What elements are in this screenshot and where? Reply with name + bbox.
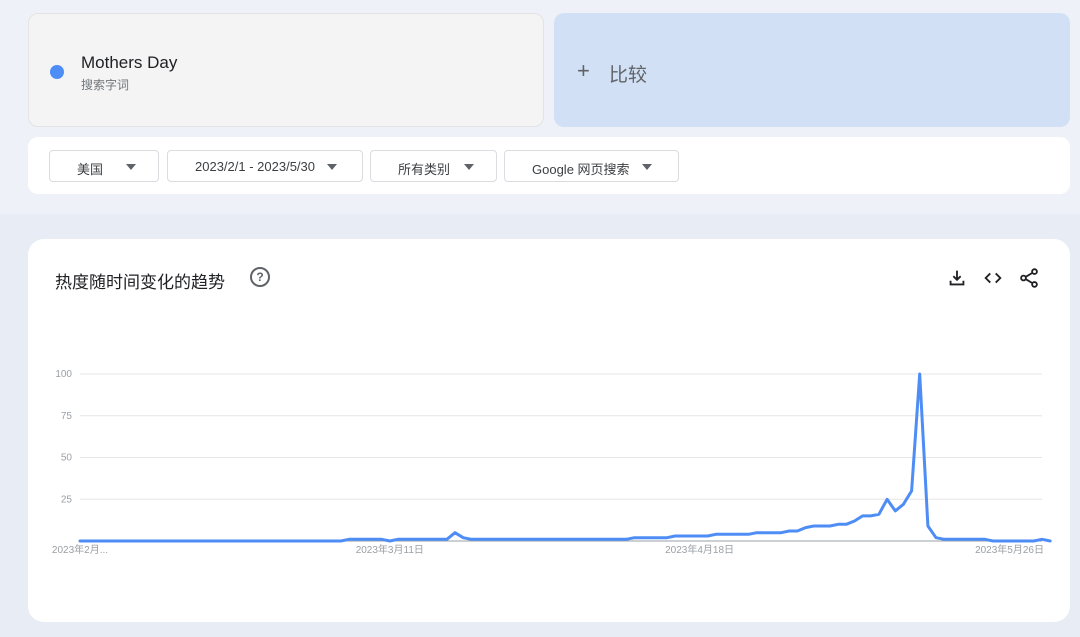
search-property-value: Google 网页搜索 (532, 162, 630, 177)
region-value: 美国 (77, 162, 104, 177)
y-tick-label: 25 (61, 494, 73, 505)
y-tick-label: 100 (55, 369, 72, 380)
search-term-name[interactable]: Mothers Day (81, 53, 177, 73)
date-range-value: 2023/2/1 - 2023/5/30 (195, 159, 315, 174)
plus-icon: + (577, 58, 590, 83)
chart-title: 热度随时间变化的趋势 (55, 273, 225, 292)
category-value: 所有类别 (398, 162, 451, 177)
interest-over-time-card: 热度随时间变化的趋势 ? 25 50 75 100 2023年2月... 2023年3月1… (28, 239, 1070, 622)
compare-label: 比较 (609, 65, 648, 86)
region-dropdown[interactable]: 美国 (49, 150, 159, 182)
x-tick-label: 2023年5月26日 (975, 543, 1044, 556)
dropdown-caret-icon (464, 164, 474, 170)
search-term-type: 搜索字词 (81, 78, 130, 92)
share-icon[interactable] (1018, 267, 1040, 289)
x-tick-label: 2023年3月11日 (356, 543, 424, 556)
x-tick-label: 2023年2月... (52, 543, 108, 556)
help-circle-icon[interactable]: ? (250, 267, 270, 287)
search-property-dropdown[interactable]: Google 网页搜索 (504, 150, 679, 182)
filter-bar: 美国 2023/2/1 - 2023/5/30 所有类别 Google 网页搜索 (28, 137, 1070, 194)
x-tick-label: 2023年4月18日 (665, 543, 734, 556)
trend-line-chart: 25 50 75 100 2023年2月... 2023年3月11日 2023年4月18日 2… (52, 369, 1052, 556)
compare-button[interactable]: + 比较 (554, 13, 1070, 127)
dropdown-caret-icon (327, 164, 337, 170)
category-dropdown[interactable]: 所有类别 (370, 150, 497, 182)
download-icon[interactable] (946, 267, 968, 289)
y-tick-label: 50 (61, 453, 73, 464)
date-range-dropdown[interactable]: 2023/2/1 - 2023/5/30 (167, 150, 363, 182)
dropdown-caret-icon (126, 164, 136, 170)
y-tick-label: 75 (61, 411, 73, 422)
series-color-dot (50, 65, 64, 79)
dropdown-caret-icon (642, 164, 652, 170)
search-term-card[interactable]: Mothers Day 搜索字词 (28, 13, 544, 127)
embed-code-icon[interactable] (982, 267, 1004, 289)
